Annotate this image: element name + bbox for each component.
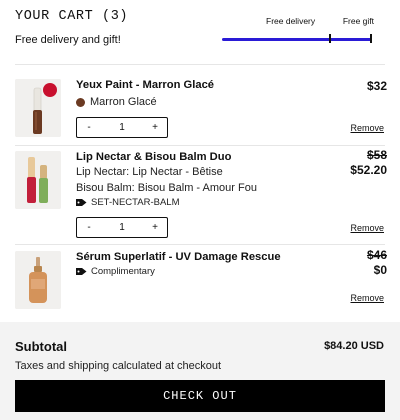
progress-marker-free-delivery — [329, 34, 331, 43]
subtotal-label: Subtotal — [15, 339, 67, 354]
decrease-quantity-button[interactable]: - — [77, 122, 101, 133]
tag-icon — [76, 199, 87, 206]
progress-bar-fill — [222, 38, 372, 41]
item-original-price: $58 — [366, 148, 387, 162]
tag-icon — [76, 268, 87, 275]
item-option-lip-nectar: Lip Nectar: Lip Nectar - Bêtise — [76, 166, 223, 178]
item-price: $32 — [366, 79, 387, 93]
free-shipping-progress: Free delivery Free gift — [222, 15, 374, 45]
cart-item: Yeux Paint - Marron Glacé Marron Glacé $… — [15, 79, 387, 139]
promo-text: Free delivery and gift! — [15, 34, 121, 46]
increase-quantity-button[interactable]: + — [143, 122, 167, 133]
checkout-button[interactable]: CHECK OUT — [15, 380, 385, 412]
item-name[interactable]: Lip Nectar & Bisou Balm Duo — [76, 151, 231, 163]
milestone-free-delivery: Free delivery — [266, 16, 316, 26]
cart-title: YOUR CART (3) — [15, 9, 129, 24]
milestone-free-gift: Free gift — [342, 16, 374, 26]
quantity-stepper: - 1 + — [76, 117, 168, 138]
item-sku: SET-NECTAR-BALM — [76, 197, 180, 208]
item-price: $52.20 — [350, 163, 387, 177]
item-variant: Marron Glacé — [76, 96, 157, 108]
item-name[interactable]: Sérum Superlatif - UV Damage Rescue — [76, 251, 281, 263]
item-name[interactable]: Yeux Paint - Marron Glacé — [76, 79, 214, 91]
item-complimentary-label: Complimentary — [91, 266, 155, 277]
cart-summary: Subtotal $84.20 USD Taxes and shipping c… — [0, 322, 400, 420]
increase-quantity-button[interactable]: + — [143, 222, 167, 233]
remove-link[interactable]: Remove — [350, 223, 384, 233]
decrease-quantity-button[interactable]: - — [77, 222, 101, 233]
item-variant-label: Marron Glacé — [90, 96, 157, 108]
subtotal-value: $84.20 USD — [324, 340, 384, 352]
divider — [15, 244, 385, 245]
item-price: $0 — [373, 263, 387, 277]
product-image-yeux-paint[interactable] — [15, 79, 61, 137]
color-swatch-icon — [76, 97, 85, 107]
remove-link[interactable]: Remove — [350, 293, 384, 303]
quantity-stepper: - 1 + — [76, 217, 168, 238]
cart-item: Lip Nectar & Bisou Balm Duo Lip Nectar: … — [15, 148, 387, 211]
divider — [15, 64, 385, 65]
remove-link[interactable]: Remove — [350, 123, 384, 133]
item-option-bisou-balm: Bisou Balm: Bisou Balm - Amour Fou — [76, 182, 257, 194]
item-complimentary: Complimentary — [76, 266, 155, 277]
product-image-lip-nectar-duo[interactable] — [15, 151, 61, 209]
quantity-value[interactable]: 1 — [101, 222, 143, 233]
item-sku-label: SET-NECTAR-BALM — [91, 197, 180, 208]
progress-marker-free-gift — [370, 34, 372, 43]
cart-item: Sérum Superlatif - UV Damage Rescue Comp… — [15, 248, 387, 311]
divider — [15, 145, 385, 146]
product-image-serum-superlatif[interactable] — [15, 251, 61, 309]
tax-note: Taxes and shipping calculated at checkou… — [15, 360, 222, 372]
item-original-price: $46 — [366, 248, 387, 262]
quantity-value[interactable]: 1 — [101, 122, 143, 133]
